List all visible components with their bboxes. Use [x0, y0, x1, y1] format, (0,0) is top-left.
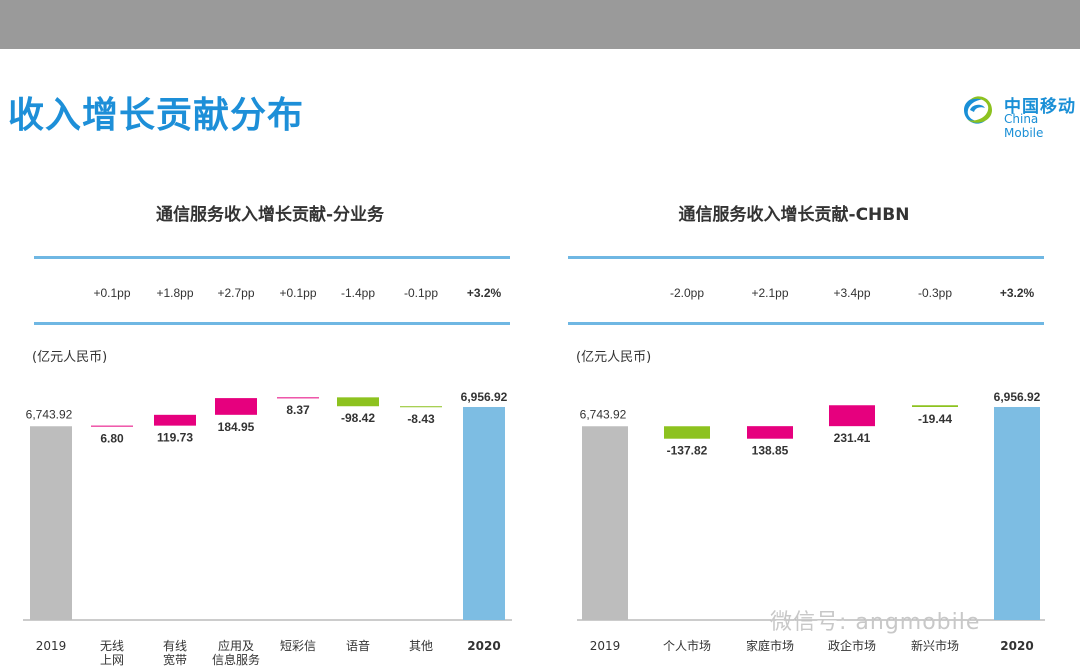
data-label: 184.95 — [218, 420, 255, 434]
waterfall-bar — [277, 397, 319, 399]
chart-panel-chbn: 通信服务收入增长贡献-CHBN -2.0pp +2.1pp +3.4pp -0.3pp… — [540, 190, 1080, 672]
data-label: -8.43 — [407, 412, 435, 426]
waterfall-bar — [463, 407, 505, 620]
top-banner — [0, 0, 1080, 49]
data-label: -98.42 — [341, 411, 375, 425]
category-label: 应用及 — [218, 638, 254, 653]
data-label: 6,743.92 — [26, 407, 73, 421]
waterfall-bar — [400, 406, 442, 408]
category-label: 语音 — [346, 638, 370, 653]
data-label: 6,956.92 — [461, 390, 508, 404]
category-label: 无线 — [100, 639, 124, 653]
category-label: 有线 — [163, 639, 187, 653]
data-label: 231.41 — [834, 431, 871, 445]
category-label: 2020 — [467, 639, 500, 653]
category-label: 2020 — [1000, 639, 1033, 653]
category-label: 政企市场 — [828, 638, 876, 653]
data-label: 6.80 — [100, 431, 124, 445]
data-label: 8.37 — [286, 403, 310, 417]
category-label: 其他 — [409, 639, 433, 653]
chart-panel-by-business: 通信服务收入增长贡献-分业务 +0.1pp +1.8pp +2.7pp +0.1pp -… — [0, 190, 540, 672]
category-label: 信息服务 — [212, 652, 260, 667]
data-label: 6,743.92 — [580, 407, 627, 421]
company-logo: 中国移动 China Mobile — [958, 90, 1080, 140]
data-label: 119.73 — [157, 431, 193, 445]
waterfall-chart-chbn: 6,743.92 2019 -137.82 个人市场 138.85 家庭市场 231.41 政… — [577, 390, 1045, 653]
category-label: 宽带 — [163, 652, 187, 667]
category-label: 个人市场 — [663, 638, 711, 653]
waterfall-bar — [912, 405, 958, 408]
waterfall-bar — [30, 426, 72, 620]
waterfall-chart-by-business: 6,743.92 2019 6.80 无线上网 119.73 有线宽带 184.95 应用及信… — [23, 390, 512, 667]
waterfall-bar — [154, 414, 196, 426]
logo-text-en: China Mobile — [1004, 112, 1044, 140]
waterfall-bar — [747, 426, 793, 439]
watermark-text: 微信号: angmobile — [770, 610, 981, 635]
waterfall-bar — [829, 405, 875, 427]
waterfall-bar — [215, 398, 257, 415]
data-label: 6,956.92 — [994, 390, 1041, 404]
category-label: 短彩信 — [280, 639, 316, 653]
china-mobile-logo-icon — [964, 96, 992, 124]
category-label: 家庭市场 — [746, 638, 794, 653]
category-label: 2019 — [590, 639, 621, 653]
data-label: -19.44 — [918, 412, 952, 426]
data-label: 138.85 — [752, 444, 789, 458]
page-title: 收入增长贡献分布 — [8, 95, 305, 136]
waterfall-bar — [91, 425, 133, 427]
category-label: 上网 — [100, 653, 124, 667]
waterfall-bar — [664, 426, 710, 439]
category-label: 2019 — [36, 639, 67, 653]
waterfall-bar — [994, 407, 1040, 620]
data-label: -137.82 — [667, 444, 708, 458]
waterfall-bar — [582, 426, 628, 620]
waterfall-bar — [337, 397, 379, 407]
category-label: 新兴市场 — [911, 638, 959, 653]
